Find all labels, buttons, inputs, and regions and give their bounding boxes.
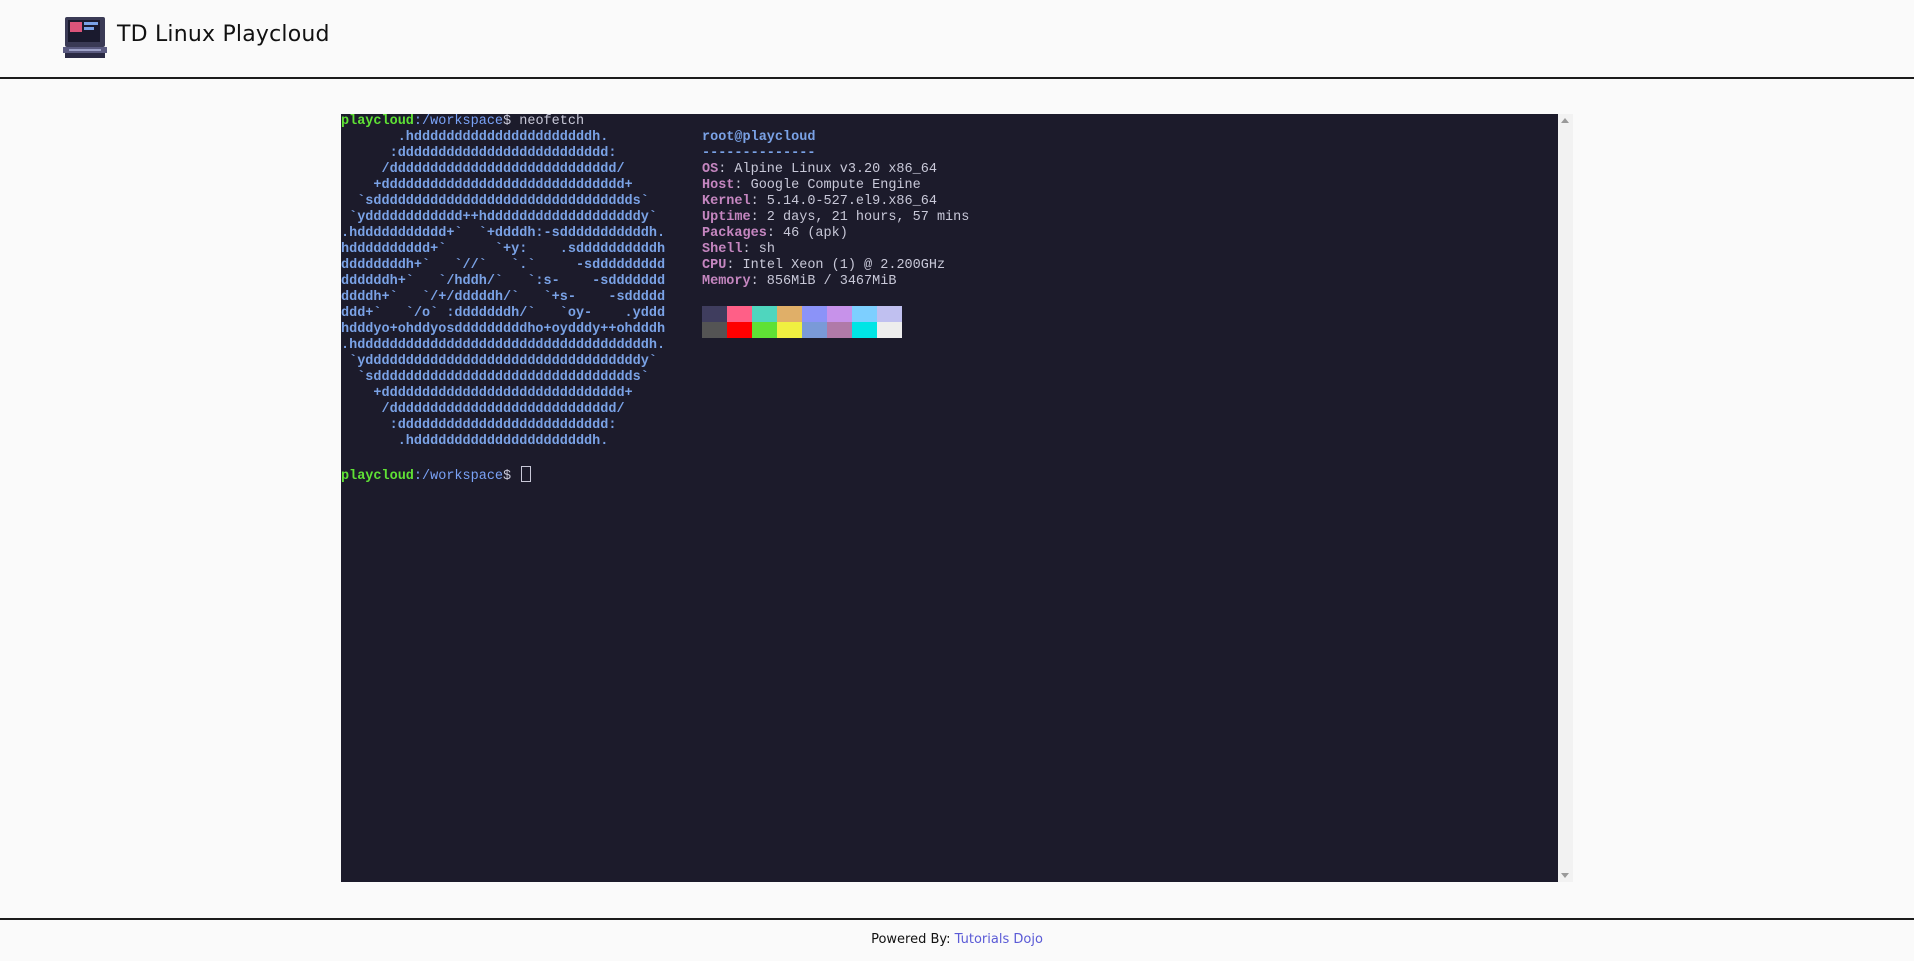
info-value: : Alpine Linux v3.20 x86_64 [718, 162, 937, 177]
color-swatch [752, 306, 777, 322]
info-value: : 856MiB / 3467MiB [750, 274, 897, 289]
color-swatch [877, 306, 902, 322]
info-value: : Google Compute Engine [734, 178, 921, 193]
ascii-art-line: /dddddddddddddddddddddddddddd/ [341, 162, 625, 177]
palette-row-normal [702, 306, 902, 322]
info-key: Host [702, 178, 735, 193]
footer-prefix: Powered By: [871, 932, 955, 947]
info-value: : sh [742, 242, 775, 257]
info-title: root@playcloud [702, 130, 816, 145]
ascii-art-line: +dddddddddddddddddddddddddddddd+ [341, 178, 633, 193]
color-swatch [752, 322, 777, 338]
info-row: Host: Google Compute Engine [702, 178, 921, 194]
info-value: : 46 (apk) [766, 226, 848, 241]
info-value: : 2 days, 21 hours, 57 mins [750, 210, 970, 225]
prompt-path: :/workspace [413, 469, 504, 484]
color-swatch [727, 322, 752, 338]
terminal-container[interactable]: playcloud:/workspace$ neofetch .hddddddd… [341, 114, 1573, 882]
ascii-art-line: `yddddddddddddddddddddddddddddddddddy` [341, 354, 657, 369]
ascii-art-line: hdddddddddd+` `+y: .sddddddddddh [341, 242, 666, 257]
color-swatch [852, 306, 877, 322]
color-swatch [777, 306, 802, 322]
color-swatch [702, 306, 727, 322]
info-key: OS [702, 162, 719, 177]
ascii-art-line: ddddddddh+` `//` `.` -sddddddddd [341, 258, 666, 273]
info-value: : 5.14.0-527.el9.x86_64 [750, 194, 937, 209]
scroll-down-arrow-icon[interactable] [1561, 873, 1569, 878]
page-footer: Powered By: Tutorials Dojo [0, 918, 1914, 961]
info-row: OS: Alpine Linux v3.20 x86_64 [702, 162, 937, 178]
ascii-art-line: :dddddddddddddddddddddddddd: [341, 418, 617, 433]
terminal-screen[interactable]: playcloud:/workspace$ neofetch .hddddddd… [341, 114, 1558, 882]
prompt-host: playcloud [341, 114, 414, 129]
palette-row-bright [702, 322, 902, 338]
color-swatch [852, 322, 877, 338]
app-title: TD Linux Playcloud [117, 22, 330, 47]
color-swatch [877, 322, 902, 338]
ascii-art-line: .hddddddddddddddddddddddh. [341, 434, 609, 449]
info-key: CPU [702, 258, 727, 273]
color-palette [702, 306, 902, 338]
color-swatch [802, 306, 827, 322]
info-separator: -------------- [702, 146, 816, 161]
color-swatch [777, 322, 802, 338]
color-swatch [702, 322, 727, 338]
prompt-host: playcloud [341, 469, 414, 484]
color-swatch [827, 306, 852, 322]
info-key: Packages [702, 226, 767, 241]
info-row: Uptime: 2 days, 21 hours, 57 mins [702, 210, 969, 226]
ascii-art-line: .hddddddddddddddddddddddh. [341, 130, 609, 145]
prompt-path: :/workspace [413, 114, 504, 129]
ascii-art-line: ddddddh+` `/hddh/` `:s- -sddddddd [341, 274, 666, 289]
info-row: Memory: 856MiB / 3467MiB [702, 274, 896, 290]
scroll-up-arrow-icon[interactable] [1561, 118, 1569, 123]
info-key: Uptime [702, 210, 751, 225]
ascii-art-line: hdddyo+ohddyosdddddddddho+oydddy++ohdddh [341, 322, 666, 337]
prompt-dollar: $ [503, 469, 520, 484]
tutorials-dojo-link[interactable]: Tutorials Dojo [955, 932, 1043, 947]
prompt-dollar: $ [503, 114, 520, 129]
info-row: Packages: 46 (apk) [702, 226, 848, 242]
info-row: CPU: Intel Xeon (1) @ 2.200GHz [702, 258, 945, 274]
terminal-cursor [521, 466, 532, 482]
color-swatch [827, 322, 852, 338]
info-row: Shell: sh [702, 242, 775, 258]
prompt-line[interactable]: playcloud:/workspace$ [341, 466, 532, 484]
ascii-art-line: `ydddddddddddd++hdddddddddddddddddddy` [341, 210, 657, 225]
command-text: neofetch [519, 114, 585, 129]
ascii-art-line: `sdddddddddddddddddddddddddddddddds` [341, 370, 649, 385]
terminal-scrollbar[interactable] [1558, 114, 1573, 882]
ascii-art-line: :dddddddddddddddddddddddddd: [341, 146, 617, 161]
info-key: Kernel [702, 194, 751, 209]
ascii-art-line: /dddddddddddddddddddddddddddd/ [341, 402, 625, 417]
ascii-art-line: ddddh+` `/+/dddddh/` `+s- -sddddd [341, 290, 666, 305]
ascii-art-line: +dddddddddddddddddddddddddddddd+ [341, 386, 633, 401]
top-header: TD Linux Playcloud [0, 0, 1914, 79]
color-swatch [802, 322, 827, 338]
ascii-art-line: `sdddddddddddddddddddddddddddddddds` [341, 194, 649, 209]
ascii-art-line: .hddddddddddddddddddddddddddddddddddddh. [341, 338, 666, 353]
ascii-art-line: ddd+` `/o` :dddddddh/` `oy- .yddd [341, 306, 666, 321]
command-line: playcloud:/workspace$ neofetch [341, 114, 584, 130]
ascii-art-line: .hddddddddddd+` `+ddddh:-sdddddddddddh. [341, 226, 666, 241]
color-swatch [727, 306, 752, 322]
info-key: Memory [702, 274, 751, 289]
retro-computer-icon [63, 17, 107, 58]
info-row: Kernel: 5.14.0-527.el9.x86_64 [702, 194, 937, 210]
info-key: Shell [702, 242, 743, 257]
info-value: : Intel Xeon (1) @ 2.200GHz [726, 258, 946, 273]
footer-text: Powered By: Tutorials Dojo [0, 932, 1914, 947]
